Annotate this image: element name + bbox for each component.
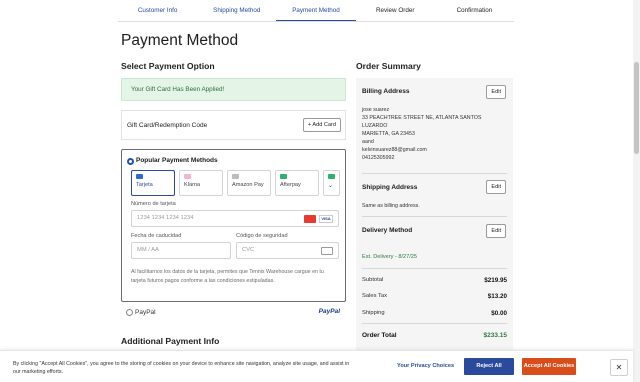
billing-line: 04125305992 — [362, 155, 395, 161]
page-title: Payment Method — [121, 32, 239, 49]
method-label: Afterpay — [280, 182, 301, 188]
shipping-cost-value: $0.00 — [491, 310, 507, 317]
card-icon — [136, 174, 143, 179]
method-tab-more[interactable]: ⌄ — [323, 170, 340, 196]
method-tab-amazon-pay[interactable]: Amazon Pay — [227, 170, 271, 196]
privacy-choices-link[interactable]: Your Privacy Choices — [397, 363, 454, 369]
cvc-label: Código de seguridad — [236, 233, 288, 239]
method-tab-afterpay[interactable]: Afterpay — [275, 170, 319, 196]
gift-card-label: Gift Card/Redemption Code — [127, 121, 208, 129]
method-tab-card[interactable]: Tarjeta — [131, 170, 175, 196]
order-total-value: $233.15 — [483, 332, 508, 339]
expiry-input[interactable]: MM / AA — [131, 242, 231, 259]
step-confirmation: Confirmation — [456, 7, 493, 14]
cookie-text: By clicking "Accept All Cookies", you ag… — [13, 361, 350, 375]
divider — [362, 173, 507, 174]
gift-card-row: Gift Card/Redemption Code + Add Card — [121, 110, 346, 140]
method-label: Klarna — [184, 182, 201, 188]
divider — [362, 268, 507, 269]
amazon-icon — [232, 174, 239, 179]
add-card-button[interactable]: + Add Card — [302, 118, 341, 132]
order-total-row: Order Total $233.15 — [362, 332, 507, 339]
accept-all-cookies-button[interactable]: Accept All Cookies — [522, 358, 576, 375]
order-total-label: Order Total — [362, 332, 397, 339]
step-customer-info[interactable]: Customer Info — [118, 0, 197, 21]
card-number-placeholder: 1234 1234 1234 1234 — [137, 215, 194, 221]
popular-methods-radio[interactable] — [127, 158, 134, 165]
billing-line: 33 PEACHTREE STREET NE, ATLANTA SANTOS — [362, 115, 482, 121]
checkout-steps: Customer Info Shipping Method Payment Me… — [118, 0, 514, 22]
expiry-label: Fecha de caducidad — [131, 233, 182, 239]
delivery-method-title: Delivery Method — [362, 227, 413, 234]
step-review-order: Review Order — [375, 7, 415, 14]
shipping-cost-label: Shipping — [362, 310, 385, 316]
tax-label: Sales Tax — [362, 293, 388, 299]
subtotal-row: Subtotal $219.95 — [362, 277, 507, 284]
paypal-radio[interactable] — [126, 309, 133, 316]
step-payment-method[interactable]: Payment Method — [276, 0, 356, 21]
billing-line: LUZARDO — [362, 123, 388, 129]
divider — [362, 216, 507, 217]
order-summary-heading: Order Summary — [356, 61, 421, 71]
chevron-down-icon: ⌄ — [328, 183, 334, 189]
billing-line: jose suarez — [362, 107, 390, 113]
billing-line: aand — [362, 139, 374, 145]
cvc-input[interactable]: CVC — [236, 242, 339, 259]
mastercard-icon — [304, 215, 316, 223]
close-icon[interactable]: ✕ — [610, 359, 628, 376]
paypal-label: PayPal — [135, 309, 156, 316]
edit-billing-button[interactable]: Edit — [486, 85, 506, 99]
additional-payment-heading: Additional Payment Info — [121, 336, 220, 346]
select-payment-heading: Select Payment Option — [121, 61, 215, 71]
method-tab-klarna[interactable]: Klarna — [179, 170, 223, 196]
card-legal-text: Al facilitarnos los datos de la tarjeta,… — [131, 269, 324, 284]
klarna-icon — [184, 174, 191, 179]
afterpay-icon — [280, 174, 287, 179]
divider — [362, 323, 507, 324]
more-icon — [328, 174, 335, 179]
tax-value: $13.20 — [487, 293, 507, 300]
card-number-label: Número de tarjeta — [131, 201, 176, 207]
popular-methods-title: Popular Payment Methods — [136, 157, 218, 164]
visa-icon: VISA — [319, 215, 333, 223]
payment-method-tabs: Tarjeta Klarna Amazon Pay Afterpay ⌄ — [131, 170, 340, 196]
cvc-card-icon — [321, 247, 333, 255]
card-number-input[interactable]: 1234 1234 1234 1234 VISA — [131, 210, 339, 227]
method-label: Amazon Pay — [232, 182, 264, 188]
edit-shipping-button[interactable]: Edit — [486, 180, 506, 194]
delivery-estimate: Est. Delivery - 8/27/25 — [362, 254, 418, 260]
tax-row: Sales Tax $13.20 — [362, 293, 507, 300]
step-shipping-method[interactable]: Shipping Method — [197, 0, 276, 21]
shipping-address-text: Same as billing address. — [362, 203, 420, 209]
reject-all-button[interactable]: Reject All — [464, 358, 514, 375]
popular-payment-box: Popular Payment Methods Tarjeta Klarna A… — [121, 149, 346, 302]
shipping-address-title: Shipping Address — [362, 184, 418, 191]
subtotal-label: Subtotal — [362, 277, 384, 283]
billing-line: MARIETTA, GA 23453 — [362, 131, 415, 137]
method-label: Tarjeta — [136, 182, 153, 188]
cvc-placeholder: CVC — [242, 247, 255, 253]
order-summary-panel: Billing Address Edit jose suarez 33 PEAC… — [356, 78, 513, 358]
paypal-option[interactable]: PayPal PayPal — [121, 305, 346, 322]
gift-applied-alert: Your Gift Card Has Been Applied! — [121, 78, 346, 101]
page-scrollbar[interactable] — [633, 0, 640, 382]
paypal-logo: PayPal — [318, 308, 340, 315]
billing-address-text: jose suarez 33 PEACHTREE STREET NE, ATLA… — [362, 106, 481, 162]
shipping-cost-row: Shipping $0.00 — [362, 310, 507, 317]
billing-line: kelvinsuarez88@gmail.com — [362, 147, 427, 153]
edit-delivery-button[interactable]: Edit — [486, 224, 506, 238]
scrollbar-thumb[interactable] — [634, 62, 639, 154]
cookie-banner: By clicking "Accept All Cookies", you ag… — [0, 350, 633, 382]
billing-address-title: Billing Address — [362, 88, 410, 95]
subtotal-value: $219.95 — [484, 277, 507, 284]
